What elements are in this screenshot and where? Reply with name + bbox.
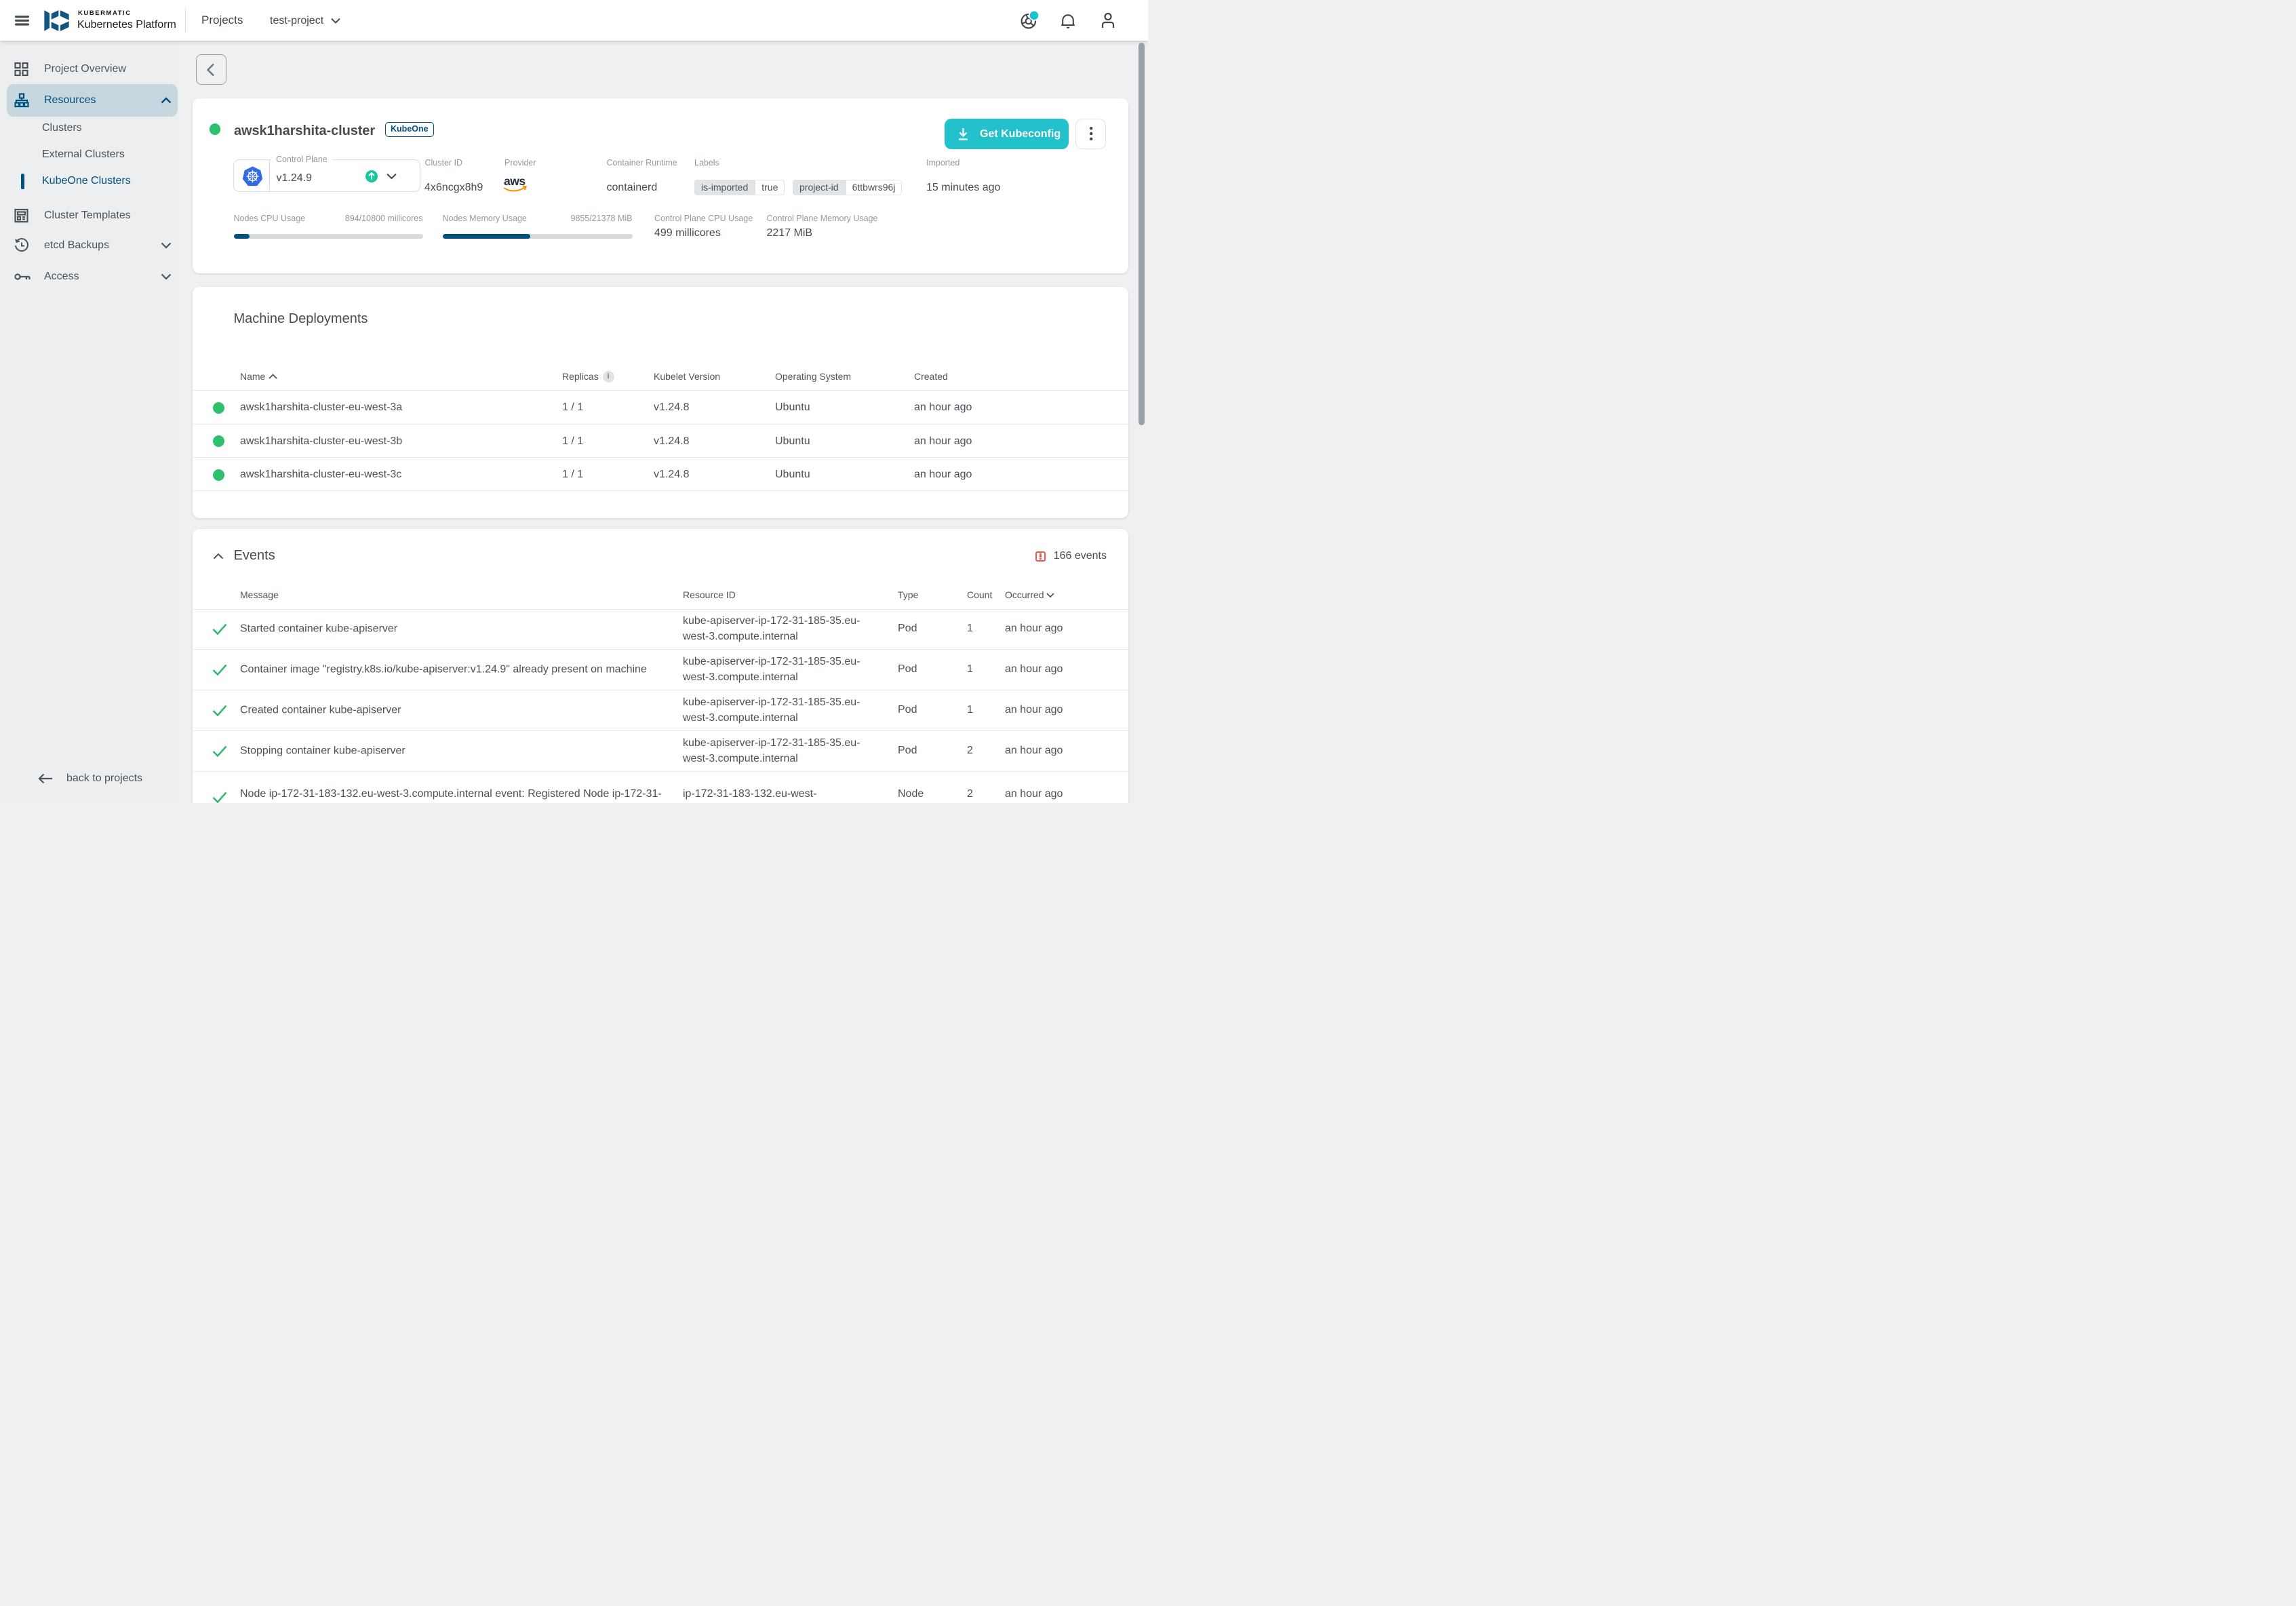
svg-text:aws: aws <box>504 174 526 188</box>
